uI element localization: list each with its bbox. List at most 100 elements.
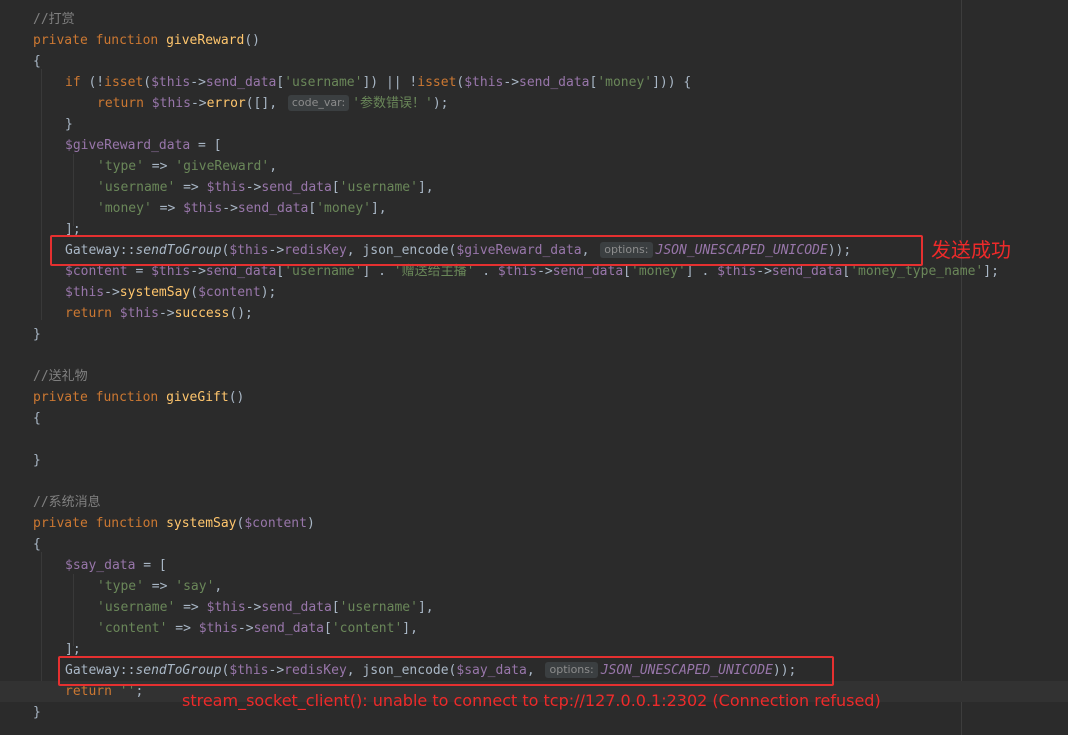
code-token: 'money' — [316, 201, 371, 216]
code-token: . — [474, 264, 498, 279]
code-token: [ — [842, 264, 851, 279]
code-text: { — [33, 51, 41, 72]
code-token: 'type' — [97, 159, 144, 174]
code-token: $this — [151, 96, 191, 111]
code-token: 'username' — [339, 600, 418, 615]
code-line[interactable]: $say_data = [ — [0, 555, 1068, 576]
code-line[interactable]: private function giveGift() — [0, 387, 1068, 408]
code-text: 'username' => $this->send_data['username… — [97, 177, 434, 198]
code-line[interactable]: 'type' => 'giveReward', — [0, 156, 1068, 177]
parameter-hint: code_var: — [287, 95, 350, 111]
code-token: => — [151, 201, 184, 216]
code-line[interactable]: private function giveReward() — [0, 30, 1068, 51]
code-line[interactable]: } — [0, 114, 1068, 135]
code-line[interactable]: 'username' => $this->send_data['username… — [0, 597, 1068, 618]
code-token: '参数错误！' — [352, 96, 433, 111]
code-token: 'money' — [597, 75, 653, 90]
code-line[interactable]: //系统消息 — [0, 492, 1068, 513]
code-token: = [ — [190, 138, 222, 153]
code-token: ( — [190, 285, 199, 300]
code-line[interactable]: return $this->error([], code_var: '参数错误！'… — [0, 93, 1068, 114]
code-token: 'money_type_name' — [850, 264, 984, 279]
code-token: send_data — [205, 264, 277, 279]
code-line[interactable] — [0, 471, 1068, 492]
code-token: return — [97, 96, 152, 111]
code-line[interactable]: if (!isset($this->send_data['username'])… — [0, 72, 1068, 93]
code-token: return — [65, 306, 120, 321]
code-token: [ — [276, 264, 285, 279]
code-line[interactable] — [0, 429, 1068, 450]
code-token: ] . — [685, 264, 718, 279]
code-token: $this — [206, 180, 246, 195]
code-line[interactable]: $giveReward_data = [ — [0, 135, 1068, 156]
code-token: ; — [135, 684, 144, 699]
code-token: $this — [464, 75, 504, 90]
code-token: $content — [198, 285, 261, 300]
code-line[interactable]: //打赏 — [0, 9, 1068, 30]
code-text: return $this->error([], code_var: '参数错误！'… — [97, 93, 449, 114]
code-token: => — [143, 159, 176, 174]
code-line[interactable]: $this->systemSay($content); — [0, 282, 1068, 303]
code-text: private function giveGift() — [33, 387, 244, 408]
code-text: } — [33, 702, 41, 723]
code-line[interactable]: return $this->success(); — [0, 303, 1068, 324]
code-token: 'content' — [97, 621, 168, 636]
code-token: -> — [756, 264, 772, 279]
code-line[interactable]: { — [0, 51, 1068, 72]
code-text: //送礼物 — [33, 366, 88, 387]
code-token: , — [269, 159, 278, 174]
code-text: } — [65, 114, 73, 135]
code-token: () — [244, 33, 260, 48]
code-token: ([], — [245, 96, 285, 111]
code-token: giveReward — [166, 33, 245, 48]
code-token: => — [167, 621, 199, 636]
code-token: $this — [65, 285, 105, 300]
code-editor[interactable]: //打赏 private function giveReward(){if (!i… — [0, 0, 1068, 735]
code-text: 'username' => $this->send_data['username… — [97, 597, 434, 618]
code-text: 'type' => 'say', — [97, 576, 222, 597]
code-token: 'username' — [97, 600, 176, 615]
code-line[interactable]: 'content' => $this->send_data['content']… — [0, 618, 1068, 639]
code-line[interactable]: { — [0, 408, 1068, 429]
code-token: 'type' — [97, 579, 144, 594]
code-token: -> — [190, 96, 207, 111]
code-line[interactable]: } — [0, 450, 1068, 471]
code-line[interactable]: 'money' => $this->send_data['money'], — [0, 198, 1068, 219]
code-token: 'username' — [284, 75, 363, 90]
code-token: { — [33, 411, 41, 426]
code-line[interactable]: 'type' => 'say', — [0, 576, 1068, 597]
code-token: ], — [402, 621, 418, 636]
annotation-send-success: 发送成功 — [931, 238, 1011, 262]
code-line[interactable]: 'username' => $this->send_data['username… — [0, 177, 1068, 198]
code-token: (! — [88, 75, 105, 90]
code-line[interactable]: //送礼物 — [0, 366, 1068, 387]
code-token: private function — [33, 33, 167, 48]
code-token: [ — [623, 264, 631, 279]
code-token: send_data — [519, 75, 590, 90]
code-line[interactable] — [0, 345, 1068, 366]
code-token: return — [65, 684, 120, 699]
code-token: send_data — [237, 201, 309, 216]
code-text: private function giveReward() — [33, 30, 260, 51]
code-token: [ — [276, 75, 285, 90]
code-token: //送礼物 — [33, 369, 88, 384]
code-text: { — [33, 408, 41, 429]
code-token: ], — [417, 600, 434, 615]
code-token: send_data — [253, 621, 325, 636]
code-text: } — [33, 450, 41, 471]
code-token: -> — [237, 621, 254, 636]
code-token: } — [33, 705, 41, 720]
code-token: $content — [244, 516, 307, 531]
code-token: error — [206, 96, 246, 111]
code-token: -> — [104, 285, 120, 300]
code-token: $this — [183, 201, 223, 216]
code-token: [ — [308, 201, 317, 216]
code-line[interactable]: { — [0, 534, 1068, 555]
code-token: () — [228, 390, 245, 405]
code-token: $say_data — [65, 558, 136, 573]
code-token: $this — [206, 600, 246, 615]
code-line[interactable]: private function systemSay($content) — [0, 513, 1068, 534]
code-line[interactable]: } — [0, 324, 1068, 345]
code-text: $this->systemSay($content); — [65, 282, 276, 303]
code-text: //系统消息 — [33, 492, 101, 513]
